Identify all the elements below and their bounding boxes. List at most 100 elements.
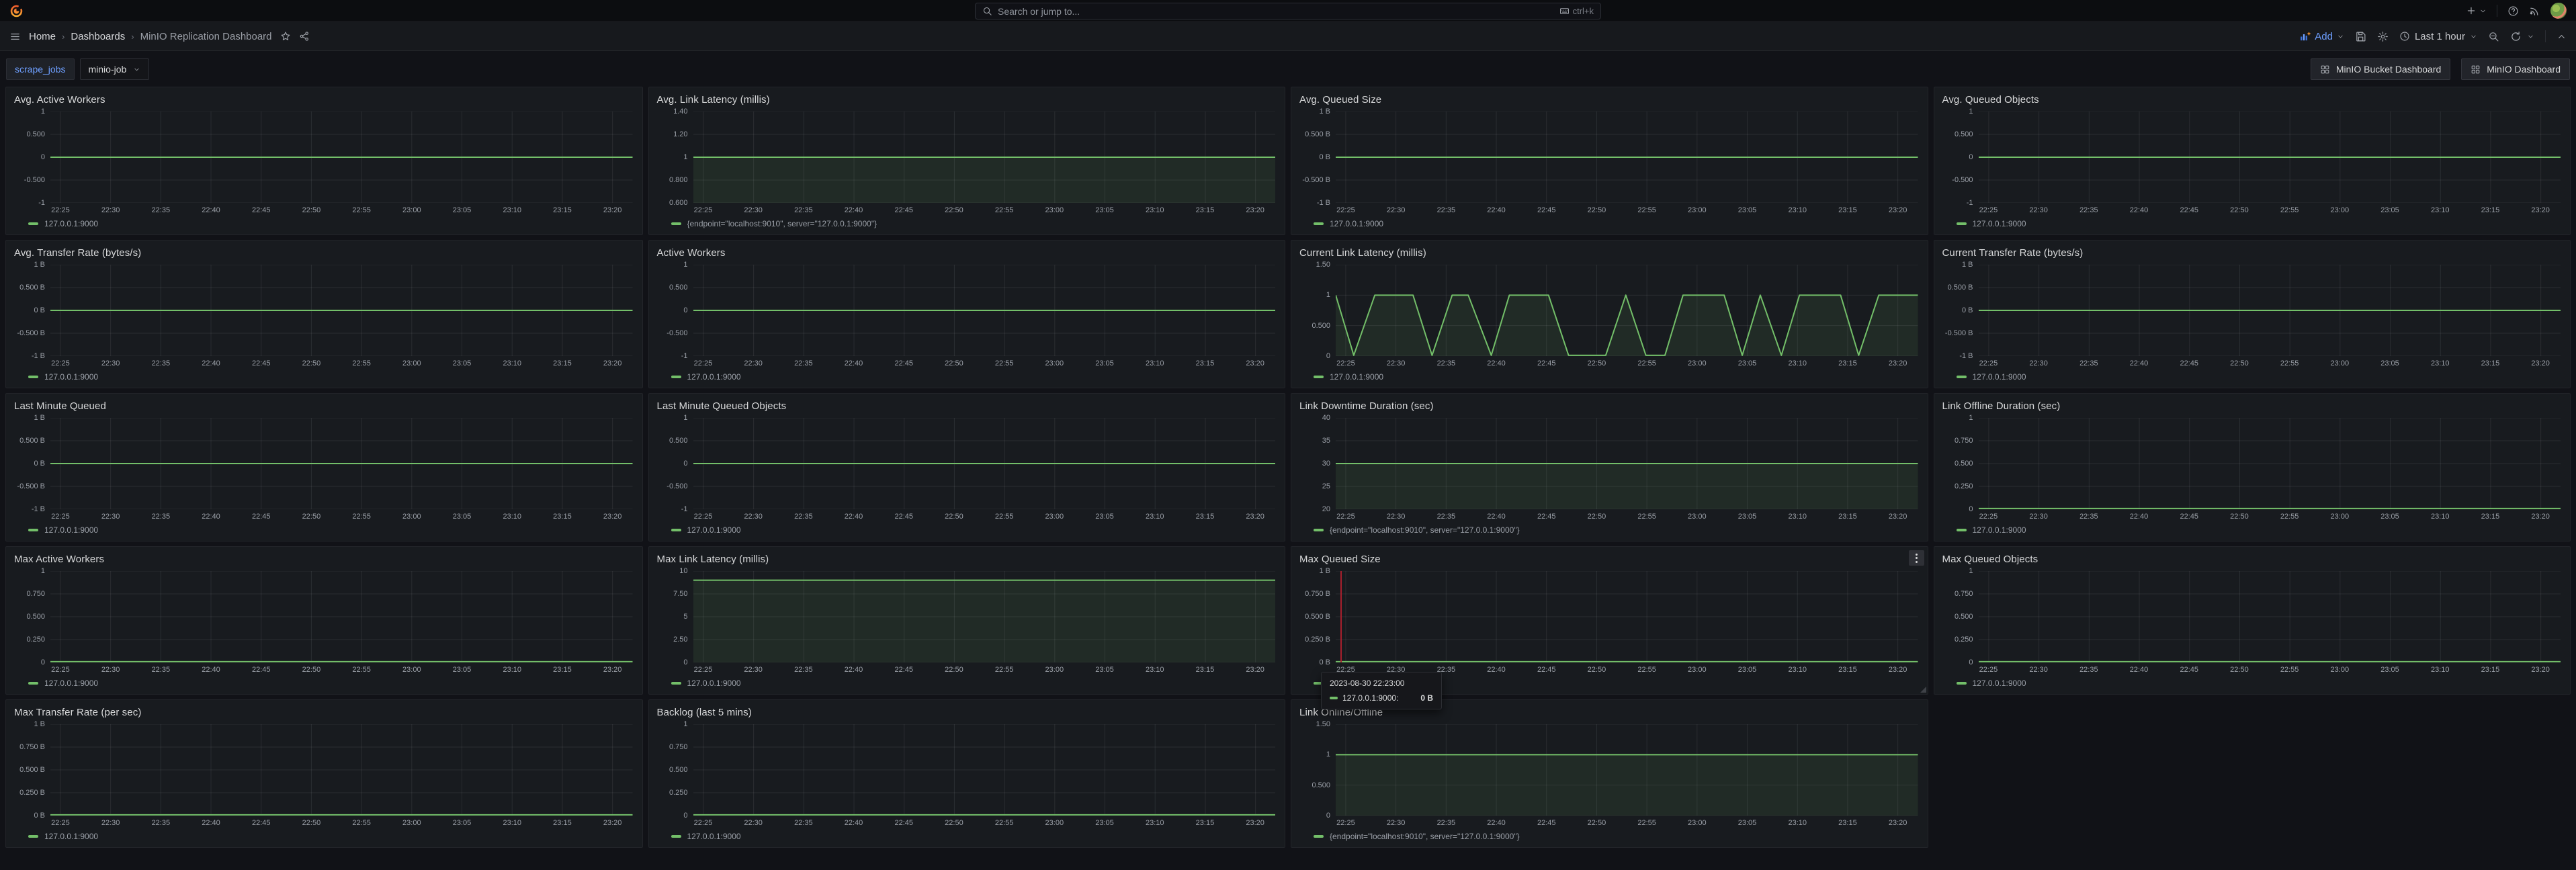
panel-header[interactable]: Avg. Queued Objects bbox=[1934, 87, 2571, 106]
x-tick-label: 22:45 bbox=[2180, 359, 2198, 367]
plot-area[interactable] bbox=[50, 418, 633, 509]
plot-area[interactable] bbox=[50, 265, 633, 356]
variable-label[interactable]: scrape_jobs bbox=[6, 58, 75, 80]
x-tick-label: 22:45 bbox=[252, 206, 271, 214]
x-tick-label: 22:25 bbox=[694, 359, 713, 367]
panel-resize-handle[interactable] bbox=[1920, 687, 1926, 693]
legend-item[interactable]: 127.0.0.1:9000 bbox=[1934, 677, 2571, 694]
share-icon[interactable] bbox=[299, 31, 310, 42]
x-tick-label: 23:10 bbox=[1788, 819, 1807, 827]
panel-header[interactable]: Avg. Queued Size bbox=[1291, 87, 1928, 106]
legend-item[interactable]: 127.0.0.1:9000 bbox=[1934, 370, 2571, 388]
time-range-picker[interactable]: Last 1 hour bbox=[2399, 31, 2477, 42]
y-axis: 10.7500.5000.2500 bbox=[1937, 571, 1979, 662]
search-input[interactable] bbox=[998, 6, 1554, 17]
breadcrumb-separator: › bbox=[130, 32, 134, 42]
breadcrumb-home[interactable]: Home bbox=[29, 31, 56, 42]
y-tick-label: -1 B bbox=[32, 352, 45, 360]
legend-item[interactable]: 127.0.0.1:9000 bbox=[649, 523, 1285, 541]
panel-header[interactable]: Max Queued Size bbox=[1291, 547, 1928, 566]
collapse-chevron-up-icon[interactable] bbox=[2557, 32, 2567, 42]
legend-item[interactable]: 127.0.0.1:9000 bbox=[1934, 523, 2571, 541]
x-tick-label: 22:50 bbox=[302, 513, 321, 521]
panel-header[interactable]: Avg. Transfer Rate (bytes/s) bbox=[6, 241, 642, 259]
legend-item[interactable]: 127.0.0.1:9000 bbox=[6, 830, 642, 847]
save-icon[interactable] bbox=[2355, 31, 2366, 42]
help-icon[interactable] bbox=[2507, 5, 2519, 17]
panel-header[interactable]: Last Minute Queued bbox=[6, 394, 642, 412]
plot-area[interactable] bbox=[50, 724, 633, 816]
search-shortcut: ctrl+k bbox=[1559, 6, 1594, 16]
legend-item[interactable]: 127.0.0.1:9000 bbox=[6, 677, 642, 694]
plot-area[interactable] bbox=[1336, 418, 1918, 509]
plot-area[interactable] bbox=[1979, 571, 2561, 662]
link-minio-bucket-dashboard[interactable]: MinIO Bucket Dashboard bbox=[2311, 58, 2450, 80]
panel-header[interactable]: Max Transfer Rate (per sec) bbox=[6, 700, 642, 719]
plot-area[interactable] bbox=[693, 418, 1276, 509]
panel-header[interactable]: Link Offline Duration (sec) bbox=[1934, 394, 2571, 412]
y-axis: 1.401.2010.8000.600 bbox=[652, 112, 693, 203]
legend-item[interactable]: {endpoint="localhost:9010", server="127.… bbox=[1291, 830, 1928, 847]
panel-header[interactable]: Avg. Active Workers bbox=[6, 87, 642, 106]
plot-area[interactable] bbox=[1336, 265, 1918, 356]
legend-item[interactable]: 127.0.0.1:9000 bbox=[649, 370, 1285, 388]
legend-item[interactable]: 127.0.0.1:9000 bbox=[1934, 217, 2571, 234]
x-axis: 22:2522:3022:3522:4022:4522:5022:5523:00… bbox=[1336, 356, 1918, 370]
panel-title: Link Offline Duration (sec) bbox=[1942, 400, 2061, 412]
link-minio-dashboard[interactable]: MinIO Dashboard bbox=[2461, 58, 2570, 80]
zoom-out-icon[interactable] bbox=[2488, 31, 2499, 42]
panel-header[interactable]: Max Queued Objects bbox=[1934, 547, 2571, 566]
breadcrumb-dashboards[interactable]: Dashboards bbox=[71, 31, 125, 42]
refresh-button[interactable] bbox=[2510, 31, 2534, 42]
panel-title: Active Workers bbox=[657, 247, 726, 259]
panel-header[interactable]: Current Transfer Rate (bytes/s) bbox=[1934, 241, 2571, 259]
plot-area[interactable] bbox=[1336, 112, 1918, 203]
y-tick-label: 30 bbox=[1322, 460, 1330, 468]
plot-area[interactable] bbox=[1979, 112, 2561, 203]
plot-area[interactable] bbox=[693, 724, 1276, 816]
plot-area[interactable] bbox=[50, 571, 633, 662]
panel-header[interactable]: Current Link Latency (millis) bbox=[1291, 241, 1928, 259]
x-tick-label: 23:15 bbox=[1196, 666, 1215, 674]
settings-gear-icon[interactable] bbox=[2377, 31, 2389, 42]
panel-header[interactable]: Last Minute Queued Objects bbox=[649, 394, 1285, 412]
legend-item[interactable]: 127.0.0.1:9000 bbox=[649, 830, 1285, 847]
news-icon[interactable] bbox=[2529, 5, 2540, 17]
panel-header[interactable]: Avg. Link Latency (millis) bbox=[649, 87, 1285, 106]
plot-area[interactable] bbox=[1979, 265, 2561, 356]
x-tick-label: 22:55 bbox=[352, 666, 371, 674]
panel-header[interactable]: Active Workers bbox=[649, 241, 1285, 259]
legend-item[interactable]: 127.0.0.1:9000 bbox=[6, 217, 642, 234]
legend-item[interactable]: {endpoint="localhost:9010", server="127.… bbox=[1291, 523, 1928, 541]
x-axis: 22:2522:3022:3522:4022:4522:5022:5523:00… bbox=[50, 816, 633, 830]
search-bar[interactable]: ctrl+k bbox=[975, 3, 1601, 19]
x-tick-label: 23:05 bbox=[453, 359, 472, 367]
plot-area[interactable] bbox=[693, 265, 1276, 356]
new-button[interactable] bbox=[2466, 5, 2487, 16]
legend-item[interactable]: 127.0.0.1:9000 bbox=[6, 523, 642, 541]
legend-item[interactable]: {endpoint="localhost:9010", server="127.… bbox=[649, 217, 1285, 234]
legend-item[interactable]: 127.0.0.1:9000 bbox=[649, 677, 1285, 694]
legend-item[interactable]: 127.0.0.1:9000 bbox=[6, 370, 642, 388]
plot-area[interactable] bbox=[693, 112, 1276, 203]
legend-item[interactable]: 127.0.0.1:9000 bbox=[1291, 217, 1928, 234]
variable-value-dropdown[interactable]: minio-job bbox=[80, 58, 150, 80]
panel-header[interactable]: Backlog (last 5 mins) bbox=[649, 700, 1285, 719]
add-panel-button[interactable]: Add bbox=[2299, 31, 2344, 42]
mega-menu-icon[interactable] bbox=[9, 31, 21, 42]
panel-header[interactable]: Max Active Workers bbox=[6, 547, 642, 566]
plot-area[interactable] bbox=[693, 571, 1276, 662]
x-tick-label: 22:50 bbox=[1588, 819, 1606, 827]
panel-menu-kebab-icon[interactable] bbox=[1909, 550, 1924, 566]
plot-area[interactable] bbox=[1979, 418, 2561, 509]
panel-header[interactable]: Max Link Latency (millis) bbox=[649, 547, 1285, 566]
favorite-star-icon[interactable] bbox=[280, 31, 291, 42]
panel-header[interactable]: Link Downtime Duration (sec) bbox=[1291, 394, 1928, 412]
plot-area[interactable] bbox=[1336, 724, 1918, 816]
plot-area[interactable] bbox=[50, 112, 633, 203]
plot-area[interactable] bbox=[1336, 571, 1918, 662]
x-tick-label: 22:50 bbox=[2230, 206, 2249, 214]
x-tick-label: 23:05 bbox=[2380, 513, 2399, 521]
user-avatar[interactable] bbox=[2550, 3, 2567, 19]
legend-item[interactable]: 127.0.0.1:9000 bbox=[1291, 370, 1928, 388]
